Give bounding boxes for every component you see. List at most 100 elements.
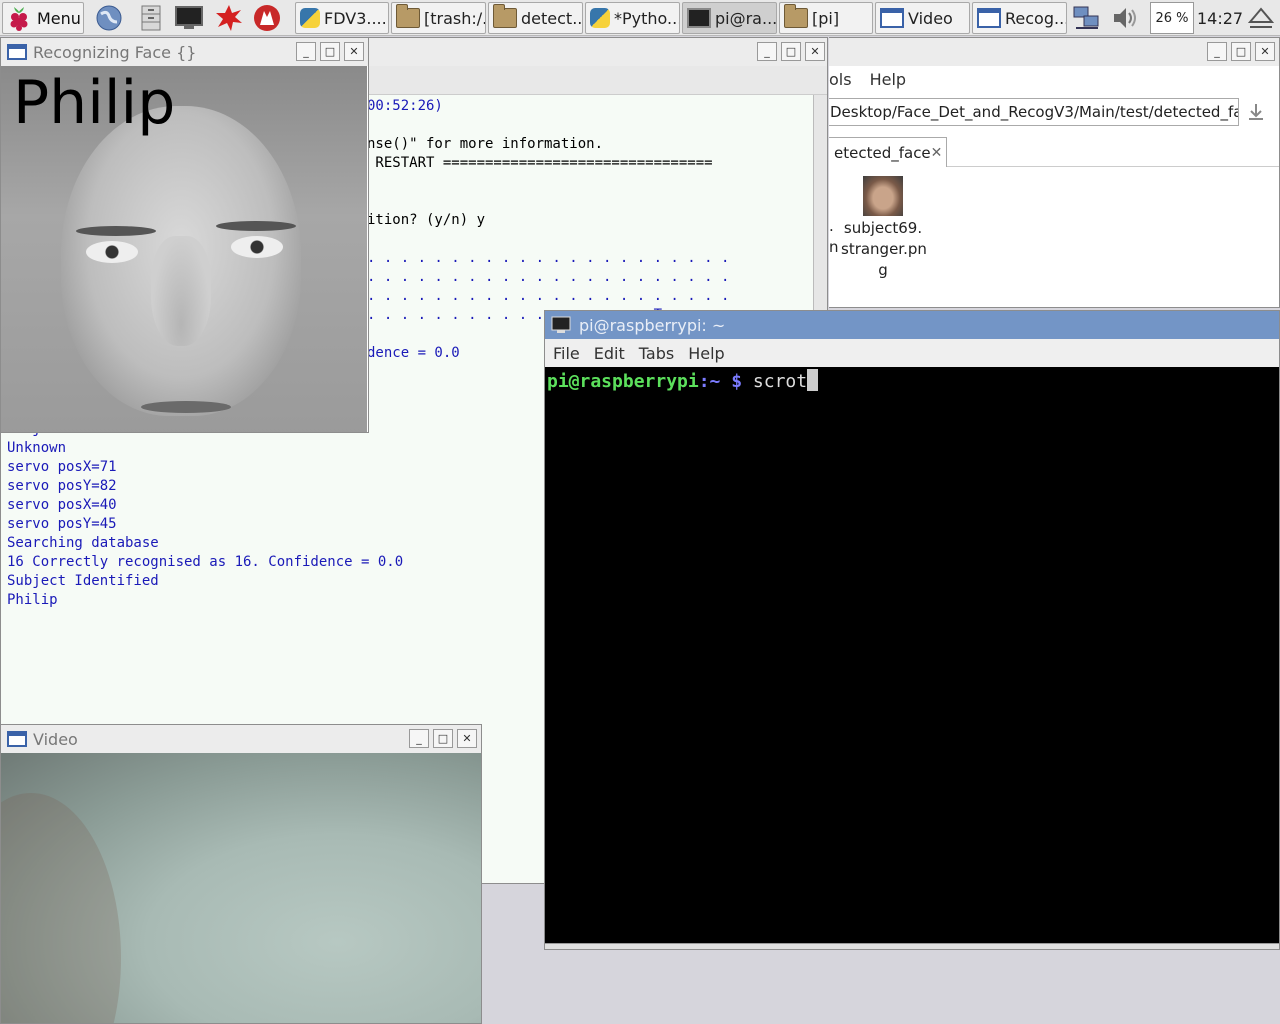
menu-file[interactable]: File [553,344,580,363]
terminal-titlebar[interactable]: pi@raspberrypi: ~ [545,311,1279,339]
close-button[interactable]: ✕ [1255,42,1275,61]
recognized-name-overlay: Philip [13,68,176,138]
left-eye [86,241,138,263]
window-icon [880,8,904,28]
tab-close-icon[interactable]: ✕ [931,145,943,161]
task-python-shell[interactable]: *Pytho... [585,2,680,34]
menu-help[interactable]: Help [870,70,906,94]
file-manager-titlebar[interactable]: _ □ ✕ [829,38,1279,66]
clock-value: 14:27 [1196,8,1244,28]
folder-icon [493,4,517,28]
task-label: [pi] [812,8,840,28]
network-status[interactable] [1072,3,1102,33]
file-name: subject69. stranger.pn g [841,219,927,279]
partial-file-label: . n [829,217,839,256]
python-icon [590,8,610,28]
cpu-usage: 26 % [1150,2,1194,34]
menu-help[interactable]: Help [688,344,724,363]
terminal-screen[interactable]: pi@raspberrypi:~ $ scrot [545,367,1279,949]
menu-tabs[interactable]: Tabs [639,344,674,363]
video-window-titlebar[interactable]: Video _ □ ✕ [1,725,481,753]
minimize-button[interactable]: _ [409,729,429,748]
terminal-icon [687,8,711,28]
red-star-icon [216,5,242,31]
task-label: Recog... [1005,8,1067,28]
face-window-titlebar[interactable]: Recognizing Face {} _ □ ✕ [1,38,368,66]
volume-control[interactable] [1110,3,1140,33]
task-label: Video [908,8,953,28]
task-terminal[interactable]: pi@ra... [682,2,777,34]
task-label: pi@ra... [715,8,777,28]
python-icon [300,8,320,28]
window-icon [7,731,27,747]
video-window: Video _ □ ✕ [0,724,482,1024]
raspberry-icon [10,7,28,31]
close-button[interactable]: ✕ [344,42,364,61]
task-label: [trash:/... [424,8,485,28]
maximize-button[interactable]: □ [433,729,453,748]
task-fdv3[interactable]: FDV3.... [295,2,389,34]
folder-icon [396,4,420,28]
speaker-icon [1114,8,1136,28]
maximize-button[interactable]: □ [1231,42,1251,61]
terminal-launcher[interactable] [174,3,204,33]
file-manager-menubar: ols Help [829,66,1279,94]
recognizing-face-window: Recognizing Face {} _ □ ✕ Philip [0,37,369,433]
menu-label: Menu [37,8,81,28]
left-brow [76,226,156,236]
eject-icon [1248,7,1274,28]
go-icon[interactable] [1245,101,1267,123]
maximize-button[interactable]: □ [320,42,340,61]
close-button[interactable]: ✕ [805,42,825,61]
window-title: Video [33,729,78,749]
file-manager-window: _ □ ✕ ols Help Desktop/Face_Det_and_Reco… [829,37,1280,308]
prompt-path: :~ $ [698,371,743,392]
tab-detected-face[interactable]: etected_face ✕ [829,137,947,167]
window-title: pi@raspberrypi: ~ [579,315,726,335]
nose-shape [151,236,211,346]
close-button[interactable]: ✕ [457,729,477,748]
path-bar[interactable]: Desktop/Face_Det_and_RecogV3/Main/test/d… [829,98,1239,126]
folder-icon [784,4,808,28]
task-recognizing-face[interactable]: Recog... [972,2,1067,34]
mouth-shape [141,401,231,413]
clock[interactable]: 14:27 [1196,2,1244,34]
web-browser-launcher[interactable] [94,3,124,33]
network-icon [1073,6,1099,29]
command-text: scrot [742,371,808,392]
menu-button[interactable]: Menu [2,2,84,34]
file-cabinet-icon [141,5,161,31]
terminal-icon [551,316,571,333]
task-label: FDV3.... [324,8,387,28]
menu-tools[interactable]: ols [829,70,852,94]
file-item[interactable]: subject69. stranger.pn g [841,176,927,281]
maximize-button[interactable]: □ [781,42,801,61]
minimize-button[interactable]: _ [1207,42,1227,61]
terminal-menubar: File Edit Tabs Help [545,339,1279,367]
task-video[interactable]: Video [875,2,970,34]
camera-video-feed [1,753,481,1023]
task-detected[interactable]: detect... [488,2,583,34]
tab-label: etected_face [834,143,931,162]
mathematica-launcher[interactable] [214,3,244,33]
wolfram-launcher[interactable] [252,3,282,33]
window-icon [977,8,1001,28]
eject-button[interactable] [1246,3,1276,33]
file-view[interactable]: . n subject69. stranger.pn g [829,170,1279,307]
minimize-button[interactable]: _ [296,42,316,61]
image-thumbnail [863,176,903,216]
window-title: Recognizing Face {} [33,42,197,62]
text-cursor [807,369,819,391]
prompt-user: pi@raspberrypi [547,371,699,392]
cpu-usage-value: 26 % [1155,10,1189,26]
right-brow [216,221,296,231]
task-trash[interactable]: [trash:/... [391,2,486,34]
terminal-window: pi@raspberrypi: ~ File Edit Tabs Help pi… [544,310,1280,950]
menu-edit[interactable]: Edit [594,344,625,363]
task-pi-folder[interactable]: [pi] [779,2,873,34]
taskbar: Menu FDV3.... [trash:/ detect... *Pytho.… [0,0,1280,36]
monitor-icon [175,6,203,29]
right-eye [231,236,283,258]
file-manager-launcher[interactable] [136,3,166,33]
minimize-button[interactable]: _ [757,42,777,61]
